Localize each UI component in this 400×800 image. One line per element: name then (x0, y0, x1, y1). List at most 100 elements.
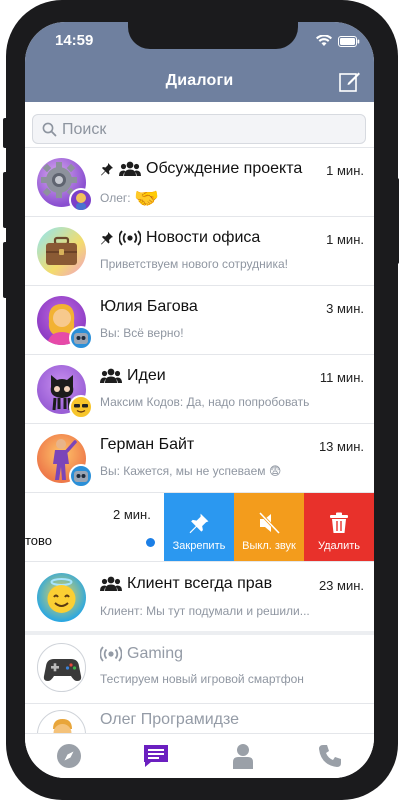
unread-dot (146, 538, 155, 547)
tab-bar (25, 733, 374, 778)
group-icon (100, 368, 122, 383)
dialog-title: Gaming (100, 645, 183, 663)
dialog-time: 3 мин. (326, 301, 364, 316)
power-button (394, 178, 399, 264)
dialog-row[interactable]: Новости офиса 1 мин. Приветствуем нового… (25, 216, 374, 285)
dialog-row[interactable]: Олег Програмидзе (25, 703, 374, 735)
dialog-title-text: Обсуждение проекта (146, 160, 303, 177)
dialog-title-text: Юлия Багова (100, 298, 198, 315)
dialog-row[interactable]: Юлия Багова 3 мин. Вы: Всё верно! (25, 285, 374, 354)
dialog-title-text: Новости офиса (146, 229, 261, 246)
dialog-time: 11 мин. (319, 370, 364, 385)
dialog-title-text: Gaming (127, 645, 184, 662)
handshake-emoji: 🤝 (133, 188, 159, 210)
status-icons (316, 35, 360, 47)
dialog-preview: Приветствуем нового сотрудника! (100, 257, 288, 271)
compass-icon (56, 744, 81, 768)
search-placeholder: Поиск (62, 121, 107, 138)
chat-icon (143, 745, 168, 767)
avatar (37, 643, 86, 692)
dialog-row[interactable]: Идеи 11 мин. Максим Кодов: Да, надо попр… (25, 354, 374, 423)
contacts-icon (233, 744, 254, 769)
battery-icon (338, 35, 360, 47)
pin-icon (101, 232, 113, 245)
avatar (37, 227, 86, 276)
phone-frame: 14:59 Диалоги Поиск Обсуждение проекта 1… (0, 0, 400, 800)
dialog-title: Новости офиса (100, 229, 260, 247)
wifi-icon (316, 35, 332, 46)
dialog-time: 2 мин. (113, 507, 151, 522)
dialog-preview: Вы: Всё верно! (100, 326, 184, 340)
dialog-row-swiped[interactable]: тово 2 мин. Закрепить Выкл. звук Удалить (25, 492, 374, 561)
dialog-time: 13 мин. (318, 439, 364, 454)
swipe-actions: Закрепить Выкл. звук Удалить (164, 493, 374, 561)
tab-chats[interactable] (136, 743, 176, 771)
pin-icon (189, 513, 209, 534)
dialog-row[interactable]: Gaming Тестируем новый игровой смартфон (25, 631, 374, 703)
notch (128, 22, 298, 49)
gamepad-icon (43, 659, 82, 681)
angel-face-icon (47, 578, 76, 613)
mute-switch (3, 118, 8, 148)
dialog-title: Герман Байт (100, 436, 194, 454)
sunglasses-face-icon (72, 398, 90, 416)
dialog-title-text: Герман Байт (100, 436, 195, 453)
man-icon (53, 719, 72, 735)
dialog-preview: Олег: 🤝 (100, 186, 159, 211)
robot-icon (74, 333, 88, 344)
search-bar: Поиск (25, 102, 374, 147)
dialog-preview: Тестируем новый игровой смартфон (100, 672, 304, 686)
search-icon (42, 122, 57, 137)
tab-contacts[interactable] (223, 743, 263, 771)
delete-button[interactable]: Удалить (304, 493, 374, 561)
search-input[interactable]: Поиск (32, 114, 366, 144)
broadcast-icon (119, 230, 141, 246)
dialog-time: 23 мин. (318, 578, 364, 593)
dialog-preview: Вы: Кажется, мы не успеваем 😨 (100, 464, 282, 478)
dialog-title-text: Идеи (127, 367, 166, 384)
mute-button[interactable]: Выкл. звук (234, 493, 304, 561)
tab-calls[interactable] (310, 743, 350, 771)
group-icon (119, 161, 141, 176)
pin-label: Закрепить (172, 540, 226, 552)
dialog-preview: Максим Кодов: Да, надо попробовать (100, 395, 310, 409)
person-icon (76, 193, 86, 210)
sender-avatar (69, 326, 93, 350)
volume-up-button (3, 172, 8, 228)
phone-icon (319, 745, 342, 767)
dialog-row[interactable]: Обсуждение проекта 1 мин. Олег: 🤝 (25, 147, 374, 216)
dialog-row[interactable]: Клиент всегда прав 23 мин. Клиент: Мы ту… (25, 561, 374, 631)
mute-icon (258, 512, 281, 534)
dialog-title-text: Клиент всегда прав (127, 575, 273, 592)
pin-button[interactable]: Закрепить (164, 493, 234, 561)
status-time: 14:59 (55, 32, 94, 49)
screen: 14:59 Диалоги Поиск Обсуждение проекта 1… (25, 22, 374, 778)
dialog-row[interactable]: Герман Байт 13 мин. Вы: Кажется, мы не у… (25, 423, 374, 492)
sender-avatar (69, 464, 93, 488)
avatar (37, 710, 86, 735)
page-title: Диалоги (165, 72, 234, 89)
mute-label: Выкл. звук (242, 540, 296, 552)
dialog-time: 1 мин. (326, 163, 364, 178)
delete-label: Удалить (318, 540, 360, 552)
dialog-title: Клиент всегда прав (100, 575, 272, 593)
avatar (37, 573, 86, 622)
sender-avatar (69, 188, 93, 212)
dialog-title: Олег Програмидзе (100, 711, 239, 729)
briefcase-icon (46, 236, 77, 265)
dialog-sender: Олег: (100, 191, 131, 205)
dialog-title-fragment: тово (25, 533, 53, 548)
trash-icon (330, 512, 348, 533)
broadcast-icon (100, 646, 122, 662)
dialog-title-text: Олег Програмидзе (100, 711, 240, 728)
dialog-preview: Клиент: Мы тут подумали и решили... (100, 604, 310, 618)
volume-down-button (3, 242, 8, 298)
dialog-title: Юлия Багова (100, 298, 198, 316)
robot-icon (74, 471, 88, 482)
dialog-title: Обсуждение проекта (100, 160, 302, 178)
pin-icon (101, 163, 113, 176)
compose-icon[interactable] (339, 70, 361, 92)
tab-explore[interactable] (49, 743, 89, 771)
dialog-time: 1 мин. (326, 232, 364, 247)
dialog-title: Идеи (100, 367, 166, 385)
